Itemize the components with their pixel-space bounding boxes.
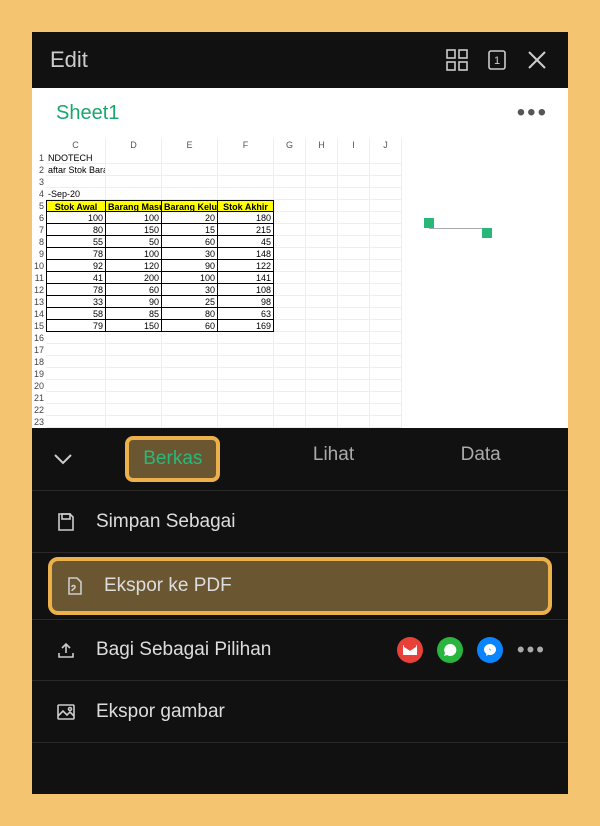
tab-berkas[interactable]: Berkas bbox=[125, 436, 220, 482]
table-row[interactable] bbox=[46, 368, 568, 380]
header-title: Edit bbox=[50, 47, 430, 73]
table-row[interactable] bbox=[46, 356, 568, 368]
row-num[interactable]: 9 bbox=[32, 248, 46, 260]
row-num[interactable]: 23 bbox=[32, 416, 46, 428]
row-num[interactable]: 13 bbox=[32, 296, 46, 308]
table-row[interactable]: 58858063 bbox=[46, 308, 568, 320]
table-row[interactable] bbox=[46, 380, 568, 392]
col-head-D[interactable]: D bbox=[106, 138, 162, 152]
sheet-tab-bar: Sheet1 ••• bbox=[32, 88, 568, 138]
row-num[interactable]: 2 bbox=[32, 164, 46, 176]
row-num[interactable]: 21 bbox=[32, 392, 46, 404]
row-num[interactable]: 14 bbox=[32, 308, 46, 320]
row-num[interactable]: 8 bbox=[32, 236, 46, 248]
row-num[interactable]: 5 bbox=[32, 200, 46, 212]
table-row[interactable]: NDOTECH bbox=[46, 152, 568, 164]
row-num[interactable]: 10 bbox=[32, 260, 46, 272]
menu-save-as-label: Simpan Sebagai bbox=[96, 511, 235, 533]
table-row[interactable]: 7915060169 bbox=[46, 320, 568, 332]
table-row[interactable] bbox=[46, 332, 568, 344]
table-row[interactable] bbox=[46, 176, 568, 188]
row-num[interactable]: 11 bbox=[32, 272, 46, 284]
col-head-J[interactable]: J bbox=[370, 138, 402, 152]
table-row[interactable] bbox=[46, 404, 568, 416]
whatsapp-icon[interactable] bbox=[437, 637, 463, 663]
menu-share[interactable]: Bagi Sebagai Pilihan ••• bbox=[32, 619, 568, 681]
col-head-G[interactable]: G bbox=[274, 138, 306, 152]
row-num[interactable]: 20 bbox=[32, 380, 46, 392]
row-num[interactable]: 15 bbox=[32, 320, 46, 332]
image-icon bbox=[54, 700, 78, 724]
page-count-icon[interactable]: 1 bbox=[484, 47, 510, 73]
bottom-menu: Berkas Lihat Data Simpan Sebagai bbox=[32, 428, 568, 794]
mail-icon[interactable] bbox=[397, 637, 423, 663]
row-num[interactable]: 16 bbox=[32, 332, 46, 344]
pdf-icon bbox=[62, 574, 86, 598]
table-row[interactable] bbox=[46, 344, 568, 356]
collapse-menu-icon[interactable] bbox=[46, 452, 80, 466]
table-row[interactable]: -Sep-20 bbox=[46, 188, 568, 200]
spreadsheet-view[interactable]: 1234567891011121314151617181920212223 CD… bbox=[32, 138, 568, 428]
sheet-tab-sheet1[interactable]: Sheet1 bbox=[52, 96, 123, 131]
handle-bottom-right[interactable] bbox=[482, 228, 492, 238]
table-row[interactable]: 41200100141 bbox=[46, 272, 568, 284]
table-row[interactable]: 786030108 bbox=[46, 284, 568, 296]
tab-data[interactable]: Data bbox=[447, 436, 515, 482]
close-icon[interactable] bbox=[524, 47, 550, 73]
row-num[interactable]: 17 bbox=[32, 344, 46, 356]
row-num[interactable]: 12 bbox=[32, 284, 46, 296]
share-icon bbox=[54, 638, 78, 662]
handle-top-left[interactable] bbox=[424, 218, 434, 228]
table-row[interactable]: 33902598 bbox=[46, 296, 568, 308]
menu-tabs: Berkas Lihat Data bbox=[32, 428, 568, 490]
menu-export-image-label: Ekspor gambar bbox=[96, 701, 225, 723]
row-num[interactable]: 7 bbox=[32, 224, 46, 236]
row-num[interactable]: 18 bbox=[32, 356, 46, 368]
row-num[interactable]: 19 bbox=[32, 368, 46, 380]
col-head-C[interactable]: C bbox=[46, 138, 106, 152]
row-num[interactable]: 4 bbox=[32, 188, 46, 200]
col-head-F[interactable]: F bbox=[218, 138, 274, 152]
menu-export-pdf-label: Ekspor ke PDF bbox=[104, 575, 232, 597]
row-num[interactable]: 22 bbox=[32, 404, 46, 416]
tab-lihat[interactable]: Lihat bbox=[299, 436, 368, 482]
messenger-icon[interactable] bbox=[477, 637, 503, 663]
row-num[interactable]: 3 bbox=[32, 176, 46, 188]
svg-text:1: 1 bbox=[494, 55, 500, 67]
menu-export-image[interactable]: Ekspor gambar bbox=[32, 681, 568, 743]
row-num[interactable]: 1 bbox=[32, 152, 46, 164]
grid-view-icon[interactable] bbox=[444, 47, 470, 73]
table-row[interactable] bbox=[46, 392, 568, 404]
col-head-E[interactable]: E bbox=[162, 138, 218, 152]
app-header: Edit 1 bbox=[32, 32, 568, 88]
row-num[interactable]: 6 bbox=[32, 212, 46, 224]
chart-resize-handles[interactable] bbox=[424, 218, 494, 236]
table-row[interactable]: 9212090122 bbox=[46, 260, 568, 272]
menu-export-pdf[interactable]: Ekspor ke PDF bbox=[48, 557, 552, 615]
col-head-H[interactable]: H bbox=[306, 138, 338, 152]
app-window: Edit 1 Sheet1 ••• bbox=[32, 32, 568, 794]
menu-save-as[interactable]: Simpan Sebagai bbox=[32, 491, 568, 553]
save-icon bbox=[54, 510, 78, 534]
share-more-icon[interactable]: ••• bbox=[517, 637, 546, 663]
sheet-tabs-more-icon[interactable]: ••• bbox=[517, 99, 548, 127]
table-row[interactable]: Stok AwalBarang MasukBarang KeluarStok A… bbox=[46, 200, 568, 212]
table-row[interactable]: aftar Stok Barang bbox=[46, 164, 568, 176]
table-row[interactable]: 7810030148 bbox=[46, 248, 568, 260]
menu-share-label: Bagi Sebagai Pilihan bbox=[96, 639, 271, 661]
col-head-I[interactable]: I bbox=[338, 138, 370, 152]
table-row[interactable] bbox=[46, 416, 568, 428]
